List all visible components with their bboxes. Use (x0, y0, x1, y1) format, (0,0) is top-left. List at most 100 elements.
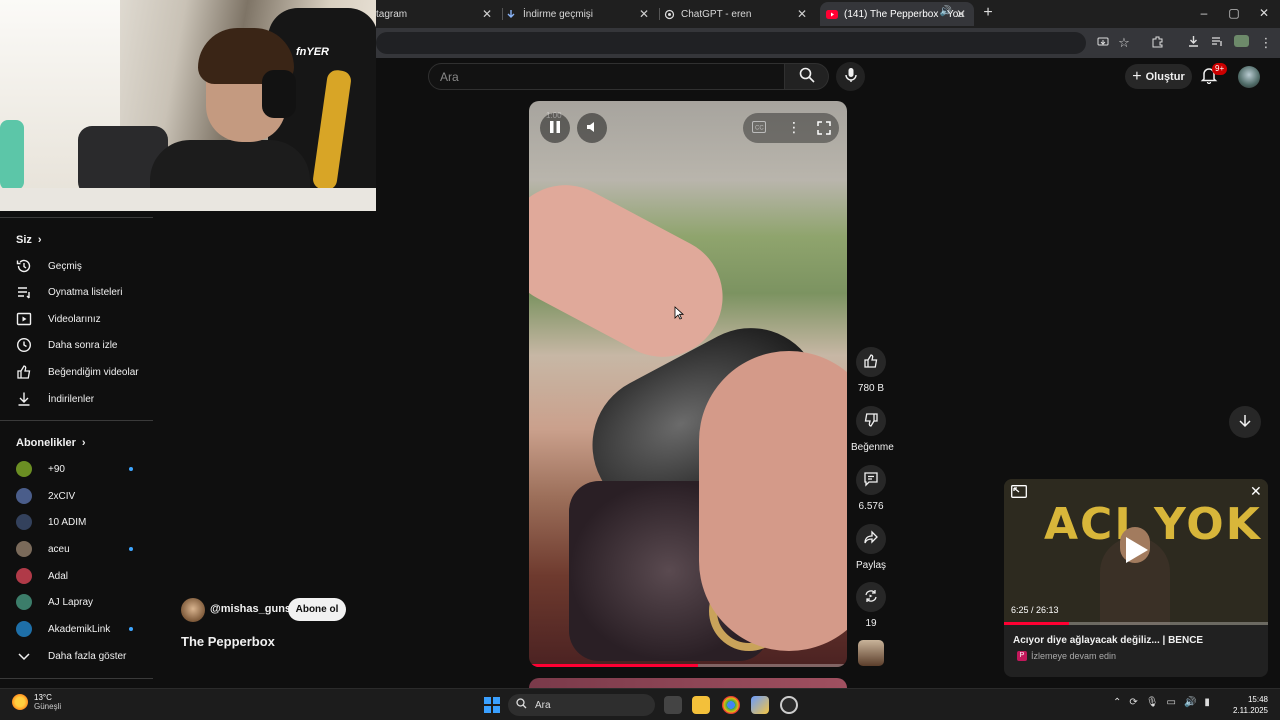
more-options-icon[interactable]: ⋮ (787, 119, 801, 136)
sidebar-item-label: İndirilenler (48, 393, 95, 405)
file-explorer-icon[interactable] (692, 696, 710, 714)
mute-button[interactable] (577, 113, 607, 143)
channel-name: AkademikLink (48, 623, 111, 635)
task-view-icon[interactable] (664, 696, 682, 714)
like-count: 780 B (857, 383, 885, 394)
account-avatar[interactable] (1238, 66, 1260, 88)
subscriptions-heading[interactable]: Abonelikler › (16, 437, 86, 449)
battery-icon[interactable]: ▮ (1204, 697, 1210, 708)
sidebar-item-subscription[interactable]: AkademikLink (0, 616, 153, 642)
maximize-button[interactable]: ▢ (1227, 6, 1241, 20)
extensions-icon[interactable] (1149, 35, 1165, 51)
comments-button[interactable]: 6.576 (851, 465, 891, 512)
taskbar-clock[interactable]: 15:48 2.11.2025 (1228, 694, 1268, 716)
sidebar-item-liked-videos[interactable]: Beğendiğim videolar (0, 359, 153, 385)
sync-icon[interactable]: ⟳ (1129, 697, 1137, 708)
liked-icon (16, 364, 32, 380)
close-icon[interactable]: ✕ (639, 7, 649, 21)
remix-button[interactable]: 19 (851, 582, 891, 629)
minimize-button[interactable]: – (1197, 6, 1211, 20)
omnibox[interactable] (376, 32, 1086, 54)
remix-icon (863, 588, 879, 607)
channel-avatar[interactable] (181, 598, 205, 622)
display-icon[interactable]: ▭ (1166, 697, 1175, 708)
playlist-badge-icon: P (1017, 651, 1027, 661)
pause-icon (549, 120, 561, 137)
speaker-icon[interactable]: 🔊 (940, 6, 952, 17)
sidebar-item-your-videos[interactable]: Videolarınız (0, 306, 153, 332)
create-button[interactable]: + Oluştur (1125, 64, 1192, 89)
volume-icon[interactable]: 🔊 (1184, 697, 1196, 708)
notifications-button[interactable]: 9+ (1200, 63, 1228, 88)
next-short-button[interactable] (1229, 406, 1261, 438)
microphone-icon[interactable]: 🎙 (1146, 697, 1159, 708)
close-window-button[interactable]: ✕ (1257, 6, 1271, 20)
sidebar-divider (0, 217, 153, 218)
subscribe-button[interactable]: Abone ol (288, 598, 346, 621)
like-button[interactable]: 780 B (851, 347, 891, 394)
mini-player-video[interactable]: ACI YOK ✕ 6:25 / 26:13 (1004, 479, 1268, 625)
tab-youtube-active[interactable]: (141) The Pepperbox - You 🔊 ✕ (820, 2, 974, 26)
windows-start-icon[interactable] (484, 697, 500, 713)
app-icon[interactable] (751, 696, 769, 714)
dislike-button[interactable]: Beğenme (851, 406, 894, 453)
close-icon[interactable]: ✕ (797, 7, 807, 21)
sun-icon (12, 694, 28, 710)
next-short-preview[interactable] (529, 678, 847, 688)
downloads-icon[interactable] (1185, 35, 1201, 51)
audio-source-thumbnail[interactable] (858, 640, 884, 666)
tab-title: İndirme geçmişi (523, 8, 594, 20)
short-video-player[interactable]: 1:00 CC ⋮ (529, 101, 847, 667)
taskbar-search[interactable]: Ara (508, 694, 655, 716)
sidebar-item-subscription[interactable]: Adal (0, 563, 153, 589)
mini-player-title[interactable]: Acıyor diye ağlayacak değiliz... | BENCE (1013, 635, 1203, 646)
channel-avatar (16, 488, 32, 504)
download-icon (505, 8, 517, 20)
sidebar-item-subscription[interactable]: 2xCIV (0, 483, 153, 509)
close-icon[interactable]: ✕ (956, 7, 966, 21)
chrome-icon[interactable] (722, 696, 740, 714)
share-button[interactable]: Paylaş (851, 524, 891, 571)
mini-player[interactable]: ACI YOK ✕ 6:25 / 26:13 Acıyor diye ağlay… (1004, 479, 1268, 677)
chevron-right-icon: › (37, 234, 42, 246)
sidebar-item-subscription[interactable]: 10 ADIM (0, 509, 153, 535)
sidebar-item-subscription[interactable]: aceu (0, 536, 153, 562)
sidebar-item-history[interactable]: Geçmiş (0, 253, 153, 279)
sidebar-item-subscription[interactable]: +90 (0, 456, 153, 482)
search-box[interactable] (428, 63, 785, 90)
show-more-button[interactable]: Daha fazla göster (0, 643, 153, 669)
you-heading[interactable]: Siz › (16, 234, 42, 246)
profile-icon[interactable] (1233, 35, 1249, 51)
expand-icon[interactable] (1011, 485, 1027, 501)
channel-handle[interactable]: @mishas_guns (210, 603, 291, 615)
tab-chatgpt[interactable]: ChatGPT - eren ✕ (663, 2, 815, 26)
captions-icon[interactable]: CC (752, 121, 766, 136)
sidebar-divider (0, 678, 153, 679)
tab-instagram[interactable]: tagram ✕ (370, 2, 500, 26)
sidebar-item-downloads[interactable]: İndirilenler (0, 386, 153, 412)
share-icon (863, 529, 879, 549)
sidebar-item-subscription[interactable]: AJ Lapray (0, 589, 153, 615)
chevron-up-icon[interactable]: ⌃ (1113, 697, 1121, 708)
app-icon[interactable] (780, 696, 798, 714)
chevron-right-icon: › (81, 437, 86, 449)
sidebar-item-watch-later[interactable]: Daha sonra izle (0, 332, 153, 358)
tab-divider (659, 8, 660, 20)
playlist-icon (16, 284, 32, 300)
fullscreen-icon[interactable] (817, 121, 831, 138)
search-input[interactable] (429, 64, 784, 89)
sidebar-item-playlists[interactable]: Oynatma listeleri (0, 279, 153, 305)
close-icon[interactable]: ✕ (482, 7, 492, 21)
install-app-icon[interactable] (1095, 35, 1111, 51)
new-tab-button[interactable]: + (980, 4, 996, 22)
close-icon[interactable]: ✕ (1250, 483, 1262, 500)
bookmark-star-icon[interactable]: ☆ (1116, 35, 1132, 51)
windows-taskbar: 13°C Güneşli Ara ⌃ ⟳ 🎙 ▭ 🔊 ▮ 15:48 2.11.… (0, 688, 1280, 720)
media-control-icon[interactable] (1209, 35, 1225, 51)
search-button[interactable] (785, 63, 829, 90)
tab-download-history[interactable]: İndirme geçmişi ✕ (505, 2, 657, 26)
voice-search-button[interactable] (836, 62, 865, 91)
browser-menu-icon[interactable]: ⋮ (1258, 35, 1274, 51)
weather-widget[interactable]: 13°C Güneşli (12, 693, 61, 711)
play-icon[interactable] (1126, 537, 1148, 563)
